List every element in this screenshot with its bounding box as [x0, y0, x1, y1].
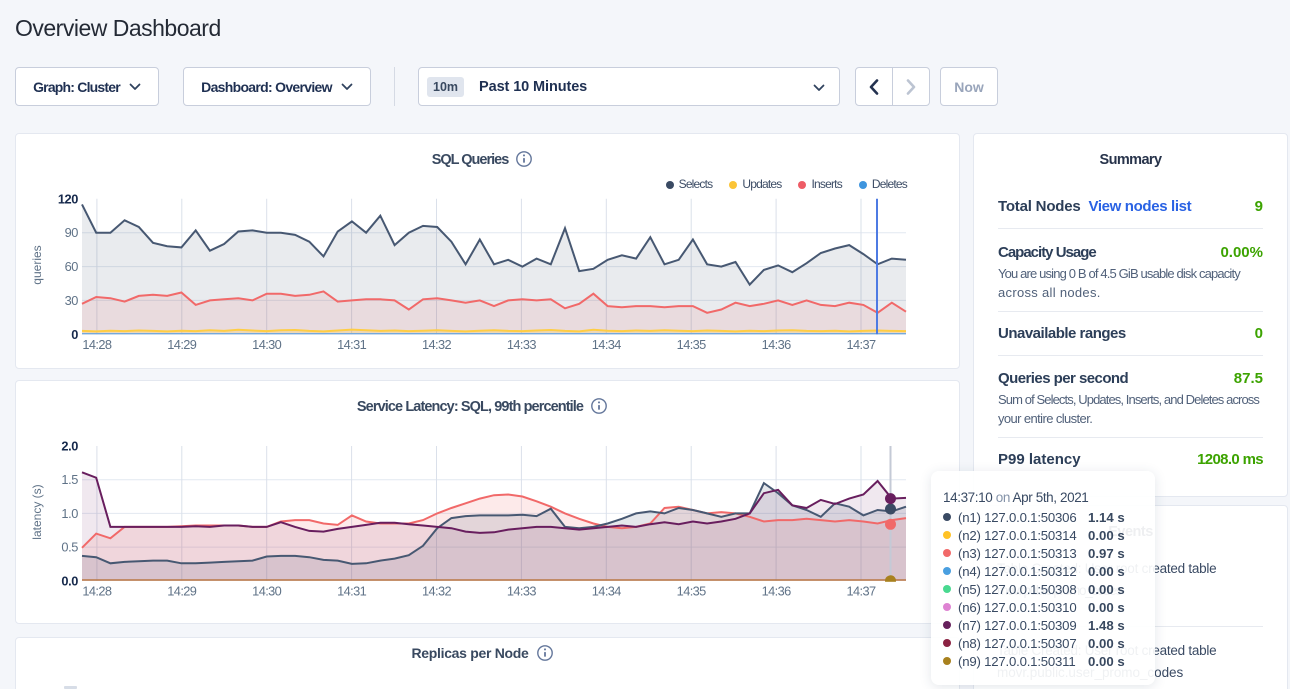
- svg-text:14:37: 14:37: [846, 584, 876, 599]
- svg-text:14:37: 14:37: [846, 337, 876, 352]
- svg-text:14:36: 14:36: [762, 584, 792, 599]
- svg-text:120: 120: [58, 191, 78, 206]
- svg-text:14:33: 14:33: [507, 584, 537, 599]
- svg-text:14:33: 14:33: [507, 337, 537, 352]
- svg-text:latency (s): latency (s): [30, 484, 44, 539]
- svg-text:1.0: 1.0: [61, 506, 78, 521]
- svg-text:30: 30: [65, 293, 79, 308]
- svg-text:2.0: 2.0: [61, 439, 78, 454]
- svg-text:14:29: 14:29: [167, 584, 197, 599]
- svg-text:14:31: 14:31: [337, 584, 367, 599]
- svg-text:14:32: 14:32: [422, 337, 452, 352]
- svg-text:0.5: 0.5: [61, 540, 78, 555]
- svg-text:14:30: 14:30: [252, 584, 282, 599]
- svg-text:60: 60: [65, 259, 79, 274]
- svg-text:14:31: 14:31: [337, 337, 367, 352]
- svg-text:14:28: 14:28: [82, 337, 112, 352]
- svg-text:14:29: 14:29: [167, 337, 197, 352]
- svg-text:14:28: 14:28: [82, 584, 112, 599]
- svg-text:queries: queries: [30, 245, 44, 284]
- svg-text:90: 90: [65, 225, 79, 240]
- svg-text:14:34: 14:34: [592, 337, 622, 352]
- svg-text:0: 0: [71, 327, 78, 342]
- svg-text:14:34: 14:34: [592, 584, 622, 599]
- svg-text:0.0: 0.0: [61, 573, 78, 588]
- svg-text:14:30: 14:30: [252, 337, 282, 352]
- svg-text:14:36: 14:36: [762, 337, 792, 352]
- svg-text:1.5: 1.5: [61, 472, 78, 487]
- svg-text:14:35: 14:35: [677, 337, 707, 352]
- svg-text:14:32: 14:32: [422, 584, 452, 599]
- svg-text:14:35: 14:35: [677, 584, 707, 599]
